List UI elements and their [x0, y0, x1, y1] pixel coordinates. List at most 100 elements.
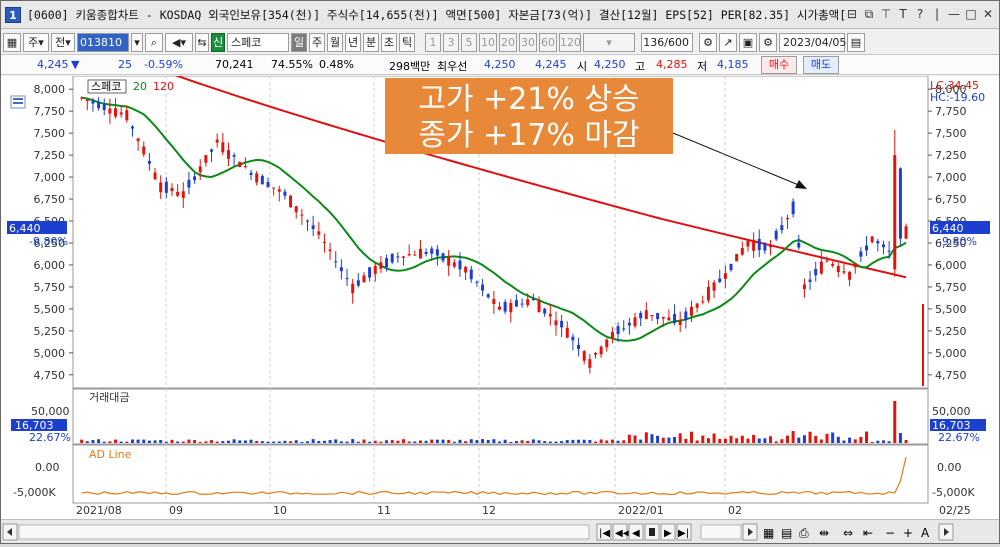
volume-bar [797, 437, 801, 443]
volume-bar [475, 440, 479, 443]
ad-tick-neg-left: -5,000K [13, 486, 56, 499]
candle-body [605, 339, 609, 348]
interval-20[interactable]: 20 [499, 32, 517, 52]
volume-bar [808, 431, 812, 443]
chart-settings-icon[interactable]: ▦ [3, 32, 21, 52]
stock-name-field[interactable]: 스페코 [227, 32, 289, 52]
tab-month[interactable]: 월 [327, 32, 343, 52]
tab-day[interactable]: 일 [291, 32, 307, 52]
screen-number-badge[interactable]: 1 [5, 6, 21, 23]
price-tick-label: 5,000 [34, 347, 66, 360]
code-dropdown-icon[interactable]: ▾ [131, 32, 143, 52]
price-chart[interactable]: 8,0007,7507,5007,2507,0006,7506,5006,250… [1, 70, 999, 519]
indicator-icon[interactable]: ⚙ [699, 32, 717, 52]
layout-icon[interactable]: ▦ [763, 526, 774, 540]
volume-bar [339, 441, 343, 443]
restore-icon[interactable]: ⧉ [862, 6, 876, 22]
scroll-track[interactable] [18, 524, 590, 540]
compress-icon[interactable]: ⇤ [863, 526, 873, 540]
minimize-all-icon[interactable]: ⊟ [845, 6, 859, 22]
search-icon[interactable]: ⌕ [145, 32, 163, 52]
scrollbar-svg: |◀ ◀◀ ◀ ▶ ▶| ▦ ▤ ⎙ ⇹ ⇔ ⇤ − + A [2, 523, 954, 541]
volume-bar [644, 432, 648, 443]
help-icon[interactable]: ? [913, 6, 927, 22]
volume-bar [509, 441, 513, 443]
volume-bar [80, 439, 84, 443]
candle-count-input[interactable]: 136/600 [641, 32, 693, 52]
volume-bar [848, 437, 852, 443]
sound-icon[interactable]: ◀▾ [165, 32, 193, 52]
draw-tool-icon[interactable]: ↗ [719, 32, 737, 52]
interval-60[interactable]: 60 [539, 32, 557, 52]
volume-bar [876, 440, 880, 443]
minimize-icon[interactable]: — [947, 6, 961, 22]
open-label: 시 [577, 60, 588, 73]
volume-bar [740, 435, 744, 443]
interval-10[interactable]: 10 [479, 32, 497, 52]
font-size-icon[interactable]: A [921, 526, 930, 540]
buy-button[interactable]: 매수 [761, 56, 797, 74]
fit-icon[interactable]: ⇔ [843, 526, 853, 540]
interval-3[interactable]: 3 [443, 32, 459, 52]
candle-body [723, 273, 727, 279]
candle-body [260, 175, 264, 185]
date-input[interactable]: 2023/04/05 [779, 32, 846, 52]
interval-custom-select[interactable]: ▾ [583, 32, 635, 52]
tab-minute[interactable]: 분 [363, 32, 379, 52]
volume-bar [215, 441, 219, 443]
volume-bar [627, 434, 631, 443]
zoom-range-icon[interactable]: ⇹ [819, 526, 829, 540]
volume-bar [842, 440, 846, 443]
candle-body [836, 265, 840, 273]
chart-area[interactable]: 8,0007,7507,5007,2507,0006,7506,5006,250… [1, 70, 999, 519]
font-icon[interactable]: T [896, 6, 910, 22]
tab-year[interactable]: 년 [345, 32, 361, 52]
close-icon[interactable]: ✕ [981, 6, 995, 22]
scroll-thumb[interactable] [700, 524, 742, 540]
volume-bar [458, 439, 462, 443]
tab-tick[interactable]: 틱 [399, 32, 415, 52]
interval-1[interactable]: 1 [425, 32, 441, 52]
stock-code-input[interactable]: 013810 [77, 32, 129, 52]
interval-5[interactable]: 5 [461, 32, 477, 52]
candle-body [311, 225, 315, 229]
grid-icon[interactable]: ▤ [781, 526, 792, 540]
candle-body [740, 248, 744, 255]
candle-body [599, 346, 603, 355]
price-tick-label: 5,000 [935, 347, 967, 360]
price-tick-label: 4,750 [935, 369, 967, 382]
candle-body [667, 317, 671, 321]
candle-body [102, 104, 106, 111]
sell-button[interactable]: 매도 [803, 56, 839, 74]
market-select[interactable]: 전▾ [51, 32, 75, 52]
period-select[interactable]: 주▾ [23, 32, 49, 52]
volume-bar [283, 440, 287, 443]
candle-body [85, 99, 89, 101]
interval-30[interactable]: 30 [519, 32, 537, 52]
candle-body [486, 294, 490, 298]
volume-bar [622, 440, 626, 443]
volume-bar [560, 441, 564, 443]
zoom-in-icon[interactable]: + [903, 526, 913, 540]
chart-scrollbar[interactable]: |◀ ◀◀ ◀ ▶ ▶| ▦ ▤ ⎙ ⇹ ⇔ ⇤ − + A [1, 519, 999, 543]
save-icon[interactable]: ▣ [739, 32, 757, 52]
volume-bar [881, 440, 885, 443]
calendar-icon[interactable]: ▤ [847, 32, 865, 52]
volume-bar [870, 441, 874, 443]
prev-stock-icon[interactable]: ⇆ [195, 32, 209, 52]
trade-value: 298백만 [389, 60, 431, 73]
tab-week[interactable]: 주 [309, 32, 325, 52]
candle-body [142, 146, 146, 155]
volume-bar [187, 439, 191, 443]
volume-bar [181, 441, 185, 443]
print-icon[interactable]: ⎙ [799, 526, 809, 540]
ad-title: AD Line [89, 448, 132, 461]
interval-120[interactable]: 120 [559, 32, 581, 52]
volume-bar [684, 438, 688, 443]
zoom-out-icon[interactable]: − [885, 526, 895, 540]
config-icon[interactable]: ⚙ [759, 32, 777, 52]
tab-second[interactable]: 초 [381, 32, 397, 52]
maximize-icon[interactable]: □ [964, 6, 978, 22]
candle-body [673, 314, 677, 323]
pin-icon[interactable]: ⊤ [879, 6, 893, 22]
